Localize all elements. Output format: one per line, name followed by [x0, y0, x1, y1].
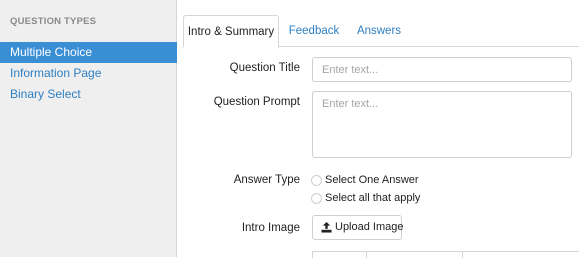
- radio-circle-icon[interactable]: [311, 175, 322, 186]
- radio-circle-icon[interactable]: [311, 193, 322, 204]
- radio-label: Select all that apply: [325, 192, 421, 204]
- tab-feedback[interactable]: Feedback: [284, 15, 344, 47]
- question-types-sidebar: QUESTION TYPES Multiple Choice Informati…: [0, 0, 177, 257]
- intro-image-label: Intro Image: [241, 222, 300, 234]
- upload-image-label: Upload Image: [335, 221, 404, 233]
- radio-label: Select One Answer: [325, 174, 419, 186]
- sidebar-item-multiple-choice[interactable]: Multiple Choice: [0, 42, 177, 63]
- question-prompt-textarea[interactable]: [312, 91, 572, 158]
- editor-tabs: Intro & Summary Feedback Answers: [183, 15, 579, 48]
- question-title-input[interactable]: [312, 57, 572, 82]
- question-title-label: Question Title: [229, 62, 300, 74]
- upload-image-button[interactable]: Upload Image: [312, 215, 404, 240]
- answer-type-label: Answer Type: [233, 174, 300, 186]
- tab-answers[interactable]: Answers: [349, 15, 409, 47]
- sidebar-header: QUESTION TYPES: [10, 16, 97, 27]
- question-prompt-label: Question Prompt: [213, 96, 300, 108]
- upload-icon: [321, 222, 332, 233]
- tab-intro-summary[interactable]: Intro & Summary: [183, 15, 279, 48]
